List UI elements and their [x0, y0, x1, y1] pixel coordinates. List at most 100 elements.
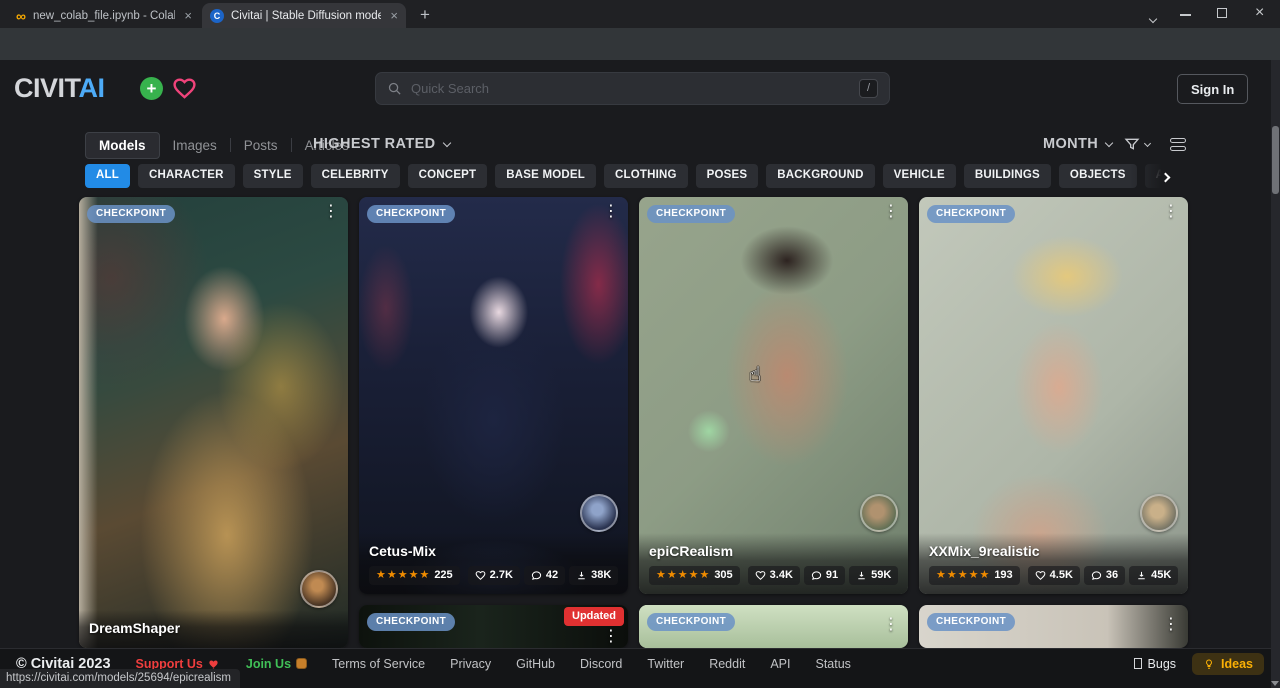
creator-avatar[interactable] — [580, 494, 618, 532]
footer-link-join-us[interactable]: Join Us — [246, 657, 307, 671]
card-menu-icon[interactable]: ⋮ — [883, 204, 899, 220]
favorites-heart-icon[interactable] — [171, 76, 198, 101]
footer-link-github[interactable]: GitHub — [516, 657, 555, 671]
card-menu-icon[interactable]: ⋮ — [1163, 204, 1179, 220]
sort-dropdown[interactable]: HIGHEST RATED — [313, 136, 450, 152]
filter-dropdown[interactable] — [1124, 136, 1150, 152]
ideas-button[interactable]: Ideas — [1192, 653, 1264, 675]
slash-shortcut-key: / — [859, 79, 878, 98]
civitai-header: CIVITAI + Quick Search / Sign In — [0, 60, 1280, 117]
create-plus-button[interactable]: + — [140, 77, 163, 100]
tab-models[interactable]: Models — [85, 132, 160, 159]
civitai-logo[interactable]: CIVITAI — [14, 73, 105, 104]
comments-pill: 91 — [804, 566, 845, 585]
sign-in-button[interactable]: Sign In — [1177, 74, 1248, 104]
scrollbar-down-arrow[interactable] — [1271, 681, 1279, 686]
chip-buildings[interactable]: BUILDINGS — [964, 164, 1051, 188]
model-card-cetus-mix[interactable]: CHECKPOINT ⋮ Cetus-Mix ★★★★★225 2.7K 42 … — [359, 197, 628, 594]
chip-style[interactable]: STYLE — [243, 164, 303, 188]
chip-clothing[interactable]: CLOTHING — [604, 164, 688, 188]
footer-link-reddit[interactable]: Reddit — [709, 657, 745, 671]
tab-colab[interactable]: ∞ new_colab_file.ipynb - Colaborat × — [8, 3, 200, 28]
mouse-cursor-icon: ☝ — [749, 362, 761, 387]
lightbulb-icon — [1203, 657, 1215, 670]
chip-base-model[interactable]: BASE MODEL — [495, 164, 596, 188]
quick-search-input[interactable]: Quick Search / — [375, 72, 890, 105]
comment-icon — [811, 570, 822, 581]
downloads-pill: 59K — [849, 566, 898, 585]
minimize-button[interactable] — [1180, 14, 1191, 16]
chip-vehicle[interactable]: VEHICLE — [883, 164, 956, 188]
partial-model-card[interactable]: CHECKPOINT Updated ⋮ — [359, 605, 628, 648]
footer-link-status[interactable]: Status — [816, 657, 851, 671]
card-menu-icon[interactable]: ⋮ — [603, 629, 619, 645]
footer-link-api[interactable]: API — [770, 657, 790, 671]
likes-count: 4.5K — [1050, 569, 1073, 582]
creator-avatar[interactable] — [1140, 494, 1178, 532]
scrollbar-thumb[interactable] — [1272, 126, 1279, 194]
model-card-epicrealism[interactable]: CHECKPOINT ⋮ epiCRealism ★★★★★305 3.4K 9… — [639, 197, 908, 594]
card-menu-icon[interactable]: ⋮ — [603, 204, 619, 220]
tab-posts[interactable]: Posts — [231, 133, 291, 158]
model-card-dreamshaper[interactable]: CHECKPOINT ⋮ DreamShaper — [79, 197, 348, 648]
chip-all[interactable]: ALL — [85, 164, 130, 188]
rating-count: 193 — [994, 569, 1012, 582]
checkpoint-badge: CHECKPOINT — [927, 613, 1015, 631]
likes-pill: 3.4K — [748, 566, 800, 585]
card-menu-icon[interactable]: ⋮ — [1163, 617, 1179, 633]
card-menu-icon[interactable]: ⋮ — [323, 204, 339, 220]
browser-toolbar: ← → ↻ civitai.com ⋮ — [0, 28, 1280, 60]
browser-tab-strip: ∞ new_colab_file.ipynb - Colaborat × C C… — [0, 0, 1280, 28]
chip-character[interactable]: CHARACTER — [138, 164, 235, 188]
comment-icon — [1091, 570, 1102, 581]
tab-images[interactable]: Images — [160, 133, 230, 158]
partial-model-card[interactable]: CHECKPOINT ⋮ — [639, 605, 908, 648]
star-icons: ★★★★★ — [376, 569, 430, 582]
likes-count: 3.4K — [770, 569, 793, 582]
footer-link-terms[interactable]: Terms of Service — [332, 657, 425, 671]
downloads-count: 38K — [591, 569, 611, 582]
download-icon — [1136, 570, 1147, 581]
close-tab-icon[interactable]: × — [388, 8, 398, 23]
category-chips: ALL CHARACTER STYLE CELEBRITY CONCEPT BA… — [85, 164, 1173, 188]
chip-concept[interactable]: CONCEPT — [408, 164, 488, 188]
creator-avatar[interactable] — [300, 570, 338, 608]
close-window-button[interactable]: × — [1255, 4, 1264, 22]
card-menu-icon[interactable]: ⋮ — [883, 617, 899, 633]
colab-favicon-icon: ∞ — [16, 9, 26, 23]
footer-link-discord[interactable]: Discord — [580, 657, 622, 671]
chip-poses[interactable]: POSES — [696, 164, 759, 188]
creator-avatar[interactable] — [860, 494, 898, 532]
footer-link-privacy[interactable]: Privacy — [450, 657, 491, 671]
window-chevron-icon[interactable] — [1150, 10, 1156, 25]
maximize-button[interactable] — [1217, 8, 1227, 18]
tab-title: new_colab_file.ipynb - Colaborat — [33, 10, 175, 22]
chip-background[interactable]: BACKGROUND — [766, 164, 874, 188]
partial-model-card[interactable]: CHECKPOINT ⋮ — [919, 605, 1188, 648]
layout-toggle-button[interactable] — [1170, 138, 1186, 151]
comments-count: 36 — [1106, 569, 1118, 582]
chip-celebrity[interactable]: CELEBRITY — [311, 164, 400, 188]
content-nav-row: Models Images Posts Articles HIGHEST RAT… — [0, 131, 1280, 159]
chips-scroll-right-button[interactable] — [1162, 168, 1169, 186]
chevron-down-icon — [1105, 138, 1113, 146]
checkpoint-badge: CHECKPOINT — [647, 613, 735, 631]
new-tab-button[interactable]: + — [420, 5, 430, 25]
chip-objects[interactable]: OBJECTS — [1059, 164, 1137, 188]
model-title: Cetus-Mix — [369, 543, 618, 559]
close-tab-icon[interactable]: × — [182, 8, 192, 23]
bugs-button[interactable]: Bugs — [1134, 657, 1177, 671]
period-dropdown[interactable]: MONTH — [1043, 136, 1112, 152]
checkpoint-badge: CHECKPOINT — [367, 205, 455, 223]
comment-icon — [531, 570, 542, 581]
footer-link-twitter[interactable]: Twitter — [647, 657, 684, 671]
join-us-emoji-icon — [296, 658, 307, 669]
scrollbar[interactable] — [1271, 60, 1280, 688]
likes-pill: 2.7K — [468, 566, 520, 585]
downloads-pill: 45K — [1129, 566, 1178, 585]
tab-civitai[interactable]: C Civitai | Stable Diffusion models, × — [202, 3, 406, 28]
checkpoint-badge: CHECKPOINT — [87, 205, 175, 223]
model-card-xxmix-9realistic[interactable]: CHECKPOINT ⋮ XXMix_9realistic ★★★★★193 4… — [919, 197, 1188, 594]
star-icons: ★★★★★ — [936, 569, 990, 582]
heart-icon — [755, 570, 766, 581]
